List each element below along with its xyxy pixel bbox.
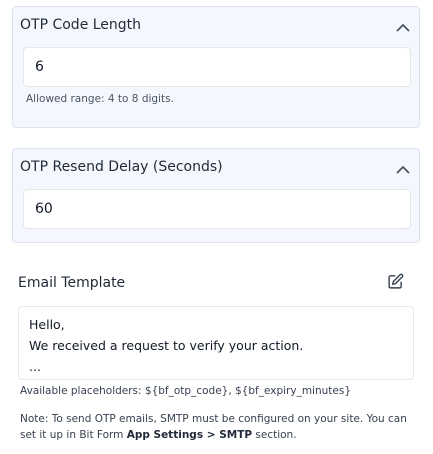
smtp-note: Note: To send OTP emails, SMTP must be c… <box>20 411 415 443</box>
note-separator: > <box>203 429 220 441</box>
otp-length-title: OTP Code Length <box>20 17 142 33</box>
edit-pencil-icon[interactable] <box>387 273 404 290</box>
email-template-editor[interactable]: Hello, We received a request to verify y… <box>18 306 414 380</box>
otp-length-input[interactable]: 6 <box>23 47 411 87</box>
note-text-end: section. <box>252 429 297 441</box>
app-settings-link[interactable]: App Settings <box>127 429 203 441</box>
otp-length-hint: Allowed range: 4 to 8 digits. <box>26 93 174 105</box>
resend-delay-title: OTP Resend Delay (Seconds) <box>20 159 223 175</box>
resend-delay-panel: OTP Resend Delay (Seconds) 60 <box>12 148 420 243</box>
chevron-up-icon[interactable] <box>396 165 410 174</box>
email-template-title: Email Template <box>18 275 126 291</box>
resend-delay-input[interactable]: 60 <box>23 189 411 229</box>
template-line: ... <box>29 359 41 374</box>
template-line: We received a request to verify your act… <box>29 338 304 353</box>
placeholders-hint: Available placeholders: ${bf_otp_code}, … <box>20 385 352 397</box>
template-line: Hello, <box>29 317 65 332</box>
otp-length-panel: OTP Code Length 6 Allowed range: 4 to 8 … <box>12 6 420 128</box>
chevron-up-icon[interactable] <box>396 23 410 32</box>
smtp-link[interactable]: SMTP <box>219 429 252 441</box>
